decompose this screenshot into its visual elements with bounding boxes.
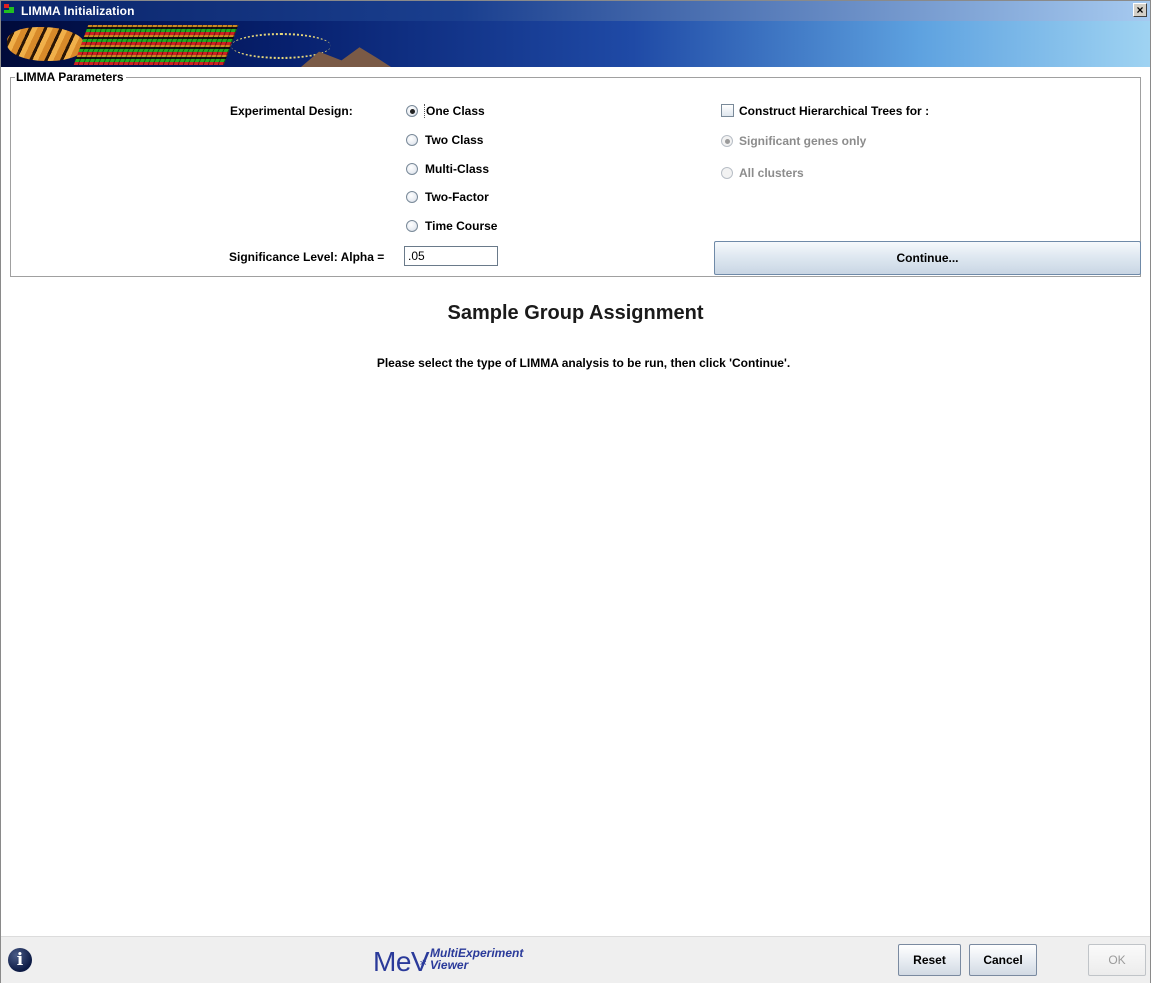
close-icon[interactable]: × [1133,3,1147,17]
all-clusters-label: All clusters [739,166,804,180]
all-clusters-radio[interactable] [721,167,733,179]
construct-trees-checkbox[interactable] [721,104,734,117]
tiger-graphic [7,27,85,61]
instructions-text: Please select the type of LIMMA analysis… [376,356,791,370]
time-course-label[interactable]: Time Course [425,219,497,233]
cancel-button[interactable]: Cancel [969,944,1037,976]
info-icon[interactable]: i [8,948,32,972]
limma-init-dialog: LIMMA Initialization × LIMMA Parameters … [0,0,1151,983]
ok-button[interactable]: OK [1088,944,1146,976]
title-bar[interactable]: LIMMA Initialization × [1,1,1150,21]
window-title: LIMMA Initialization [21,4,135,18]
two-class-label[interactable]: Two Class [425,133,483,147]
mev-logo-line2: Viewer [430,958,469,972]
banner-image [1,21,1150,67]
app-icon [4,4,18,16]
expression-matrix-graphic [73,25,239,65]
two-class-radio[interactable] [406,134,418,146]
two-factor-label[interactable]: Two-Factor [425,190,489,204]
construct-trees-label[interactable]: Construct Hierarchical Trees for : [739,104,929,118]
mev-logo-star: ∗ [419,958,428,969]
one-class-radio[interactable] [406,105,418,117]
time-course-radio[interactable] [406,220,418,232]
significant-genes-label: Significant genes only [739,134,867,148]
continue-button[interactable]: Continue... [714,241,1141,275]
alpha-label: Significance Level: Alpha = [229,250,385,264]
experimental-design-label: Experimental Design: [230,104,353,118]
one-class-label[interactable]: One Class [424,104,485,118]
button-bar: i MeV ∗ MultiExperiment Viewer Reset Can… [1,936,1150,983]
multi-class-label[interactable]: Multi-Class [425,162,489,176]
multi-class-radio[interactable] [406,163,418,175]
alpha-input[interactable] [404,246,498,266]
sample-group-heading: Sample Group Assignment [447,302,704,324]
limma-parameters-legend: LIMMA Parameters [15,70,126,84]
two-factor-radio[interactable] [406,191,418,203]
significant-genes-radio[interactable] [721,135,733,147]
reset-button[interactable]: Reset [898,944,961,976]
